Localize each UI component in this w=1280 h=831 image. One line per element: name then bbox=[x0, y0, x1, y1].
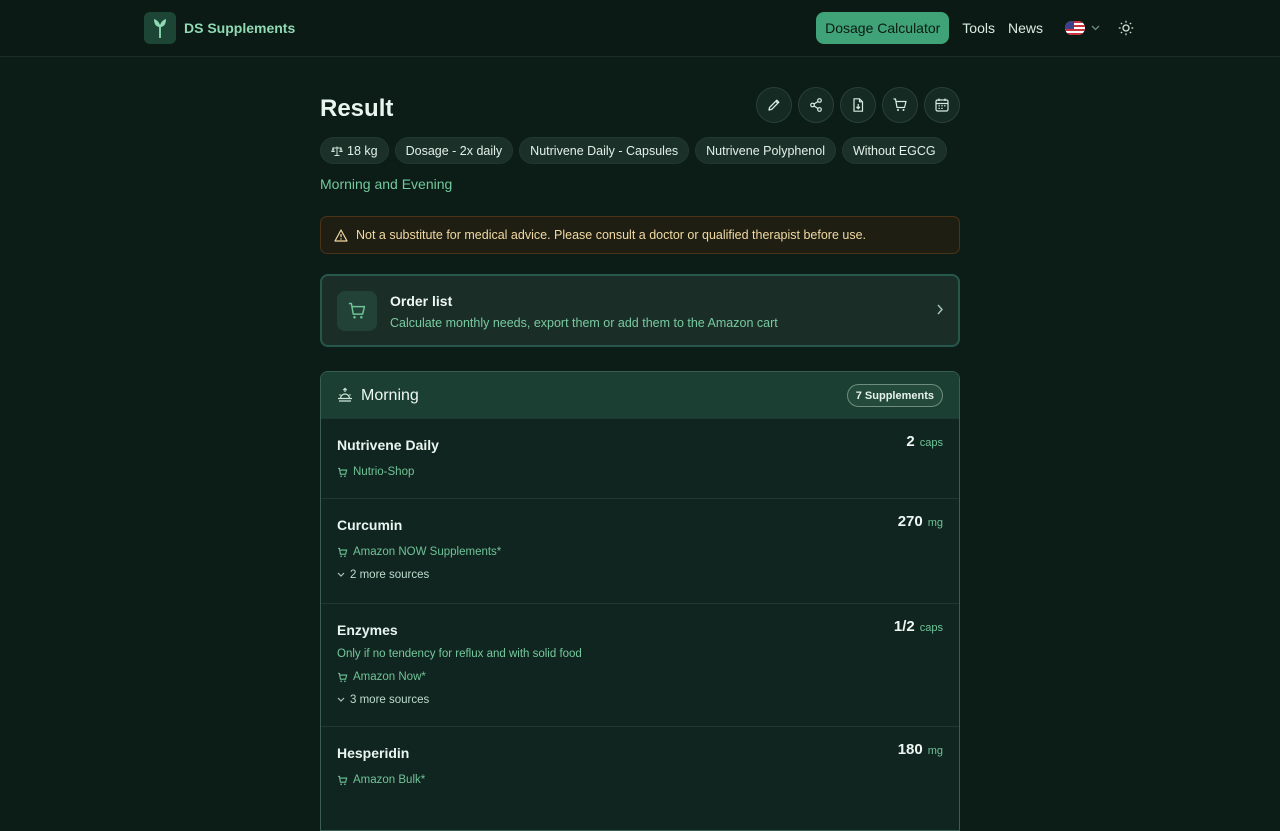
supplement-name: Nutrivene Daily bbox=[337, 437, 439, 453]
more-sources-toggle[interactable]: 3 more sources bbox=[337, 694, 429, 706]
supplement-name: Hesperidin bbox=[337, 745, 410, 761]
nav-news[interactable]: News bbox=[1008, 20, 1043, 36]
pencil-icon bbox=[768, 99, 780, 111]
chevron-down-icon bbox=[1091, 25, 1100, 31]
amount-value: 2 bbox=[906, 433, 915, 450]
order-cart-icon bbox=[337, 291, 377, 331]
warning-triangle-icon bbox=[334, 228, 348, 242]
supplement-amount: 180 mg bbox=[898, 741, 943, 758]
sunrise-icon bbox=[338, 387, 352, 402]
cart-icon bbox=[893, 98, 907, 111]
amount-value: 180 bbox=[897, 741, 923, 758]
schedule-text: Morning and Evening bbox=[320, 176, 453, 192]
cart-icon bbox=[338, 672, 348, 682]
share-button[interactable] bbox=[798, 87, 834, 123]
cart-icon bbox=[338, 467, 348, 477]
theme-toggle-sun-icon[interactable] bbox=[1118, 20, 1134, 36]
source-link[interactable]: Amazon Bulk* bbox=[337, 774, 425, 786]
source-label: Amazon Now* bbox=[353, 671, 426, 683]
source-link[interactable]: Amazon Now* bbox=[337, 671, 426, 683]
calendar-button[interactable] bbox=[924, 87, 960, 123]
tag-dosage: Dosage - 2x daily bbox=[394, 137, 514, 164]
morning-slot-card: Morning 7 Supplements Nutrivene Daily 2 … bbox=[320, 371, 960, 831]
supplement-count-badge: 7 Supplements bbox=[846, 384, 943, 407]
slot-header[interactable]: Morning 7 Supplements bbox=[321, 372, 959, 419]
amount-unit: mg bbox=[927, 745, 943, 757]
nav-dosage-calculator[interactable]: Dosage Calculator bbox=[816, 12, 950, 44]
amount-unit: caps bbox=[919, 622, 943, 634]
brand-name: DS Supplements bbox=[184, 20, 296, 36]
supplement-row: Enzymes 1/2 caps Only if no tendency for… bbox=[321, 604, 959, 727]
share-icon bbox=[810, 98, 822, 112]
supplement-amount: 2 caps bbox=[906, 433, 943, 450]
scale-icon bbox=[331, 146, 343, 156]
supplement-note: Only if no tendency for reflux and with … bbox=[337, 648, 582, 660]
source-link[interactable]: Nutrio-Shop bbox=[337, 466, 414, 478]
file-download-icon bbox=[853, 98, 864, 112]
us-flag-icon bbox=[1065, 21, 1085, 35]
supplement-row: Curcumin 270 mg Amazon NOW Supplements* … bbox=[321, 499, 959, 604]
cart-button[interactable] bbox=[882, 87, 918, 123]
language-selector[interactable] bbox=[1065, 21, 1100, 35]
order-list-card[interactable]: Order list Calculate monthly needs, expo… bbox=[320, 274, 960, 347]
brand-link[interactable]: DS Supplements bbox=[144, 12, 295, 44]
nav-tools[interactable]: Tools bbox=[962, 20, 995, 36]
chevron-right-icon bbox=[937, 304, 943, 315]
more-sources-label: 2 more sources bbox=[350, 569, 430, 581]
supplement-row: Nutrivene Daily 2 caps Nutrio-Shop bbox=[321, 419, 959, 499]
source-label: Amazon Bulk* bbox=[353, 774, 426, 786]
chevron-down-icon bbox=[337, 572, 345, 577]
tag-egcg: Without EGCG bbox=[841, 137, 947, 164]
amount-unit: caps bbox=[919, 437, 943, 449]
supplement-amount: 1/2 caps bbox=[894, 618, 943, 635]
page-title: Result bbox=[320, 95, 394, 122]
tag-weight: 18 kg bbox=[320, 137, 389, 164]
cart-icon bbox=[338, 775, 348, 785]
top-navbar: DS Supplements Dosage Calculator Tools N… bbox=[0, 0, 1280, 57]
more-sources-label: 3 more sources bbox=[350, 694, 430, 706]
order-list-title: Order list bbox=[390, 293, 453, 309]
source-link[interactable]: Amazon NOW Supplements* bbox=[337, 546, 501, 558]
tag-product: Nutrivene Daily - Capsules bbox=[519, 137, 690, 164]
chevron-down-icon bbox=[337, 697, 345, 702]
order-list-subtitle: Calculate monthly needs, export them or … bbox=[390, 316, 778, 330]
export-button[interactable] bbox=[840, 87, 876, 123]
edit-button[interactable] bbox=[756, 87, 792, 123]
tag-polyphenol: Nutrivene Polyphenol bbox=[695, 137, 836, 164]
tag-weight-label: 18 kg bbox=[347, 143, 378, 158]
supplement-name: Enzymes bbox=[337, 622, 398, 638]
amount-unit: mg bbox=[927, 517, 943, 529]
amount-value: 270 bbox=[897, 513, 923, 530]
medical-warning: Not a substitute for medical advice. Ple… bbox=[320, 216, 960, 254]
more-sources-toggle[interactable]: 2 more sources bbox=[337, 569, 429, 581]
brand-logo-icon bbox=[144, 12, 176, 44]
calendar-icon bbox=[935, 98, 949, 112]
parameter-tags: 18 kg Dosage - 2x daily Nutrivene Daily … bbox=[320, 137, 947, 164]
source-label: Nutrio-Shop bbox=[353, 466, 415, 478]
amount-value: 1/2 bbox=[893, 618, 915, 635]
supplement-name: Curcumin bbox=[337, 517, 403, 533]
supplement-amount: 270 mg bbox=[898, 513, 943, 530]
supplement-row: Hesperidin 180 mg Amazon Bulk* bbox=[321, 727, 959, 827]
result-actions bbox=[756, 87, 960, 123]
warning-text: Not a substitute for medical advice. Ple… bbox=[356, 228, 867, 242]
source-label: Amazon NOW Supplements* bbox=[353, 546, 502, 558]
slot-title: Morning bbox=[361, 387, 419, 404]
cart-icon bbox=[338, 547, 348, 557]
